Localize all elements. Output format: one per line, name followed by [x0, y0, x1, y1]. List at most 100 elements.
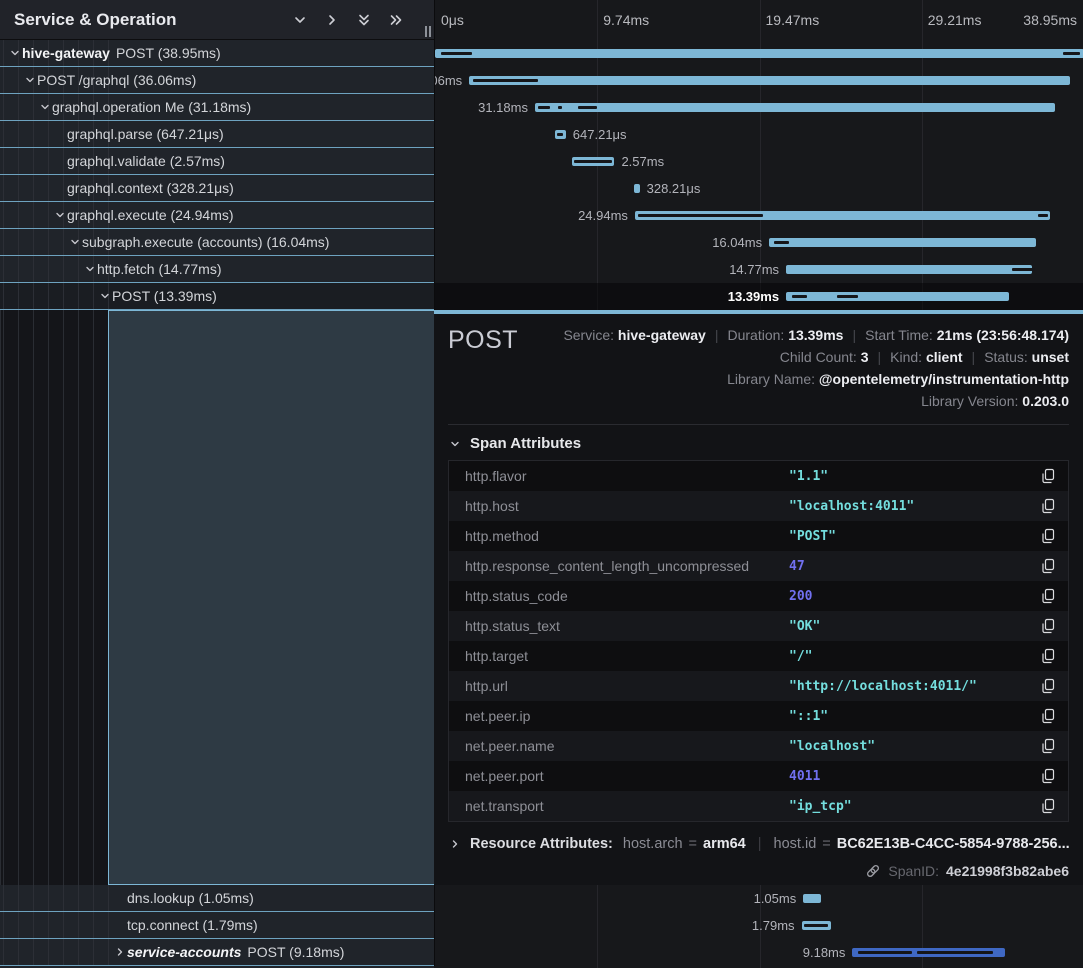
span-name-cell[interactable]: hive-gatewayPOST (38.95ms) — [0, 40, 434, 67]
span-row[interactable]: POST (13.39ms) 13.39ms — [0, 283, 1083, 310]
timeline-tick-label: 9.74ms — [603, 12, 649, 28]
span-bar[interactable] — [635, 211, 1051, 220]
span-name-cell[interactable]: POST /graphql (36.06ms) — [0, 67, 434, 94]
span-row[interactable]: graphql.validate (2.57ms)2.57ms — [0, 148, 1083, 175]
span-bar[interactable] — [435, 49, 1083, 58]
span-name-cell[interactable]: service-accountsPOST (9.18ms) — [0, 939, 434, 966]
span-row[interactable]: tcp.connect (1.79ms)1.79ms — [0, 912, 1083, 939]
copy-icon[interactable] — [1028, 678, 1068, 694]
copy-icon[interactable] — [1028, 498, 1068, 514]
span-attributes-header[interactable]: Span Attributes — [448, 435, 1069, 452]
span-duration-label: 9.18ms — [803, 945, 846, 960]
meta-separator: | — [852, 327, 856, 343]
span-name-cell[interactable]: graphql.context (328.21μs) — [0, 175, 434, 202]
meta-value: 0.203.0 — [1022, 393, 1069, 409]
span-bar[interactable] — [572, 157, 615, 166]
span-timeline-cell[interactable]: 328.21μs — [434, 175, 1083, 202]
chevron-down-icon[interactable] — [8, 48, 22, 58]
span-label: subgraph.execute (accounts) (16.04ms) — [82, 234, 329, 250]
span-bar[interactable] — [802, 921, 832, 930]
child-span-mark — [804, 924, 828, 927]
span-bar[interactable] — [852, 948, 1005, 957]
column-resizer-handle[interactable] — [425, 26, 431, 37]
span-timeline-cell[interactable]: 24.94ms — [434, 202, 1083, 229]
chevron-down-icon[interactable] — [23, 75, 37, 85]
span-name-cell[interactable]: http.fetch (14.77ms) — [0, 256, 434, 283]
span-duration-label: 13.39ms — [728, 289, 779, 304]
chevron-right-icon[interactable] — [322, 10, 342, 30]
span-row[interactable]: graphql.context (328.21μs)328.21μs — [0, 175, 1083, 202]
span-bar[interactable] — [803, 894, 820, 903]
attribute-value: "localhost:4011" — [789, 499, 1028, 514]
double-chevron-right-icon[interactable] — [386, 10, 406, 30]
span-bar[interactable] — [786, 265, 1032, 274]
chevron-down-icon[interactable] — [83, 264, 97, 274]
span-bar[interactable] — [555, 130, 566, 139]
attribute-value: "1.1" — [789, 469, 1028, 484]
span-name-cell[interactable]: graphql.operation Me (31.18ms) — [0, 94, 434, 121]
chevron-right-icon[interactable] — [113, 947, 127, 957]
span-timeline-cell[interactable]: 13.39ms — [434, 283, 1083, 310]
span-row[interactable]: graphql.execute (24.94ms)24.94ms — [0, 202, 1083, 229]
span-row[interactable]: hive-gatewayPOST (38.95ms)38.95ms — [0, 40, 1083, 67]
span-name-cell[interactable]: graphql.execute (24.94ms) — [0, 202, 434, 229]
copy-icon[interactable] — [1028, 798, 1068, 814]
copy-icon[interactable] — [1028, 468, 1068, 484]
span-name-cell[interactable]: POST (13.39ms) — [0, 283, 434, 310]
span-row[interactable]: service-accountsPOST (9.18ms) 9.18ms — [0, 939, 1083, 966]
copy-icon[interactable] — [1028, 708, 1068, 724]
span-label: POST /graphql (36.06ms) — [37, 72, 196, 88]
meta-value: @opentelemetry/instrumentation-http — [819, 371, 1069, 387]
span-row[interactable]: subgraph.execute (accounts) (16.04ms) 16.… — [0, 229, 1083, 256]
copy-icon[interactable] — [1028, 528, 1068, 544]
span-name-cell[interactable]: subgraph.execute (accounts) (16.04ms) — [0, 229, 434, 256]
attribute-value: "localhost" — [789, 739, 1028, 754]
attribute-value: "/" — [789, 649, 1028, 664]
span-bar[interactable] — [769, 238, 1036, 247]
span-name-cell[interactable]: tcp.connect (1.79ms) — [0, 912, 434, 939]
chevron-down-icon[interactable] — [53, 210, 67, 220]
span-name-cell[interactable]: graphql.validate (2.57ms) — [0, 148, 434, 175]
chevron-down-icon[interactable] — [290, 10, 310, 30]
span-timeline-cell[interactable]: 31.18ms — [434, 94, 1083, 121]
link-icon[interactable] — [865, 863, 881, 879]
span-bar[interactable] — [786, 292, 1009, 301]
attribute-value: "OK" — [789, 619, 1028, 634]
copy-icon[interactable] — [1028, 588, 1068, 604]
span-label: POST (13.39ms) — [112, 288, 217, 304]
chevron-down-icon[interactable] — [38, 102, 52, 112]
span-timeline-cell[interactable]: 2.57ms — [434, 148, 1083, 175]
span-bar[interactable] — [535, 103, 1055, 112]
span-name-cell[interactable]: graphql.parse (647.21μs) — [0, 121, 434, 148]
meta-value: unset — [1032, 349, 1069, 365]
span-timeline-cell[interactable]: 36.06ms — [434, 67, 1083, 94]
double-chevron-down-icon[interactable] — [354, 10, 374, 30]
span-row[interactable]: http.fetch (14.77ms)14.77ms — [0, 256, 1083, 283]
span-timeline-cell[interactable]: 1.79ms — [434, 912, 1083, 939]
copy-icon[interactable] — [1028, 648, 1068, 664]
span-timeline-cell[interactable]: 647.21μs — [434, 121, 1083, 148]
span-row[interactable]: graphql.parse (647.21μs)647.21μs — [0, 121, 1083, 148]
attribute-key: http.url — [449, 678, 789, 694]
span-timeline-cell[interactable]: 38.95ms — [434, 40, 1083, 67]
span-name-cell[interactable]: dns.lookup (1.05ms) — [0, 885, 434, 912]
copy-icon[interactable] — [1028, 558, 1068, 574]
copy-icon[interactable] — [1028, 618, 1068, 634]
copy-icon[interactable] — [1028, 768, 1068, 784]
span-timeline-cell[interactable]: 1.05ms — [434, 885, 1083, 912]
span-timeline-cell[interactable]: 14.77ms — [434, 256, 1083, 283]
chevron-down-icon[interactable] — [68, 237, 82, 247]
span-timeline-cell[interactable]: 9.18ms — [434, 939, 1083, 966]
attribute-key: http.status_code — [449, 588, 789, 604]
span-meta-line: Child Count: 3|Kind: client|Status: unse… — [518, 346, 1069, 368]
span-timeline-cell[interactable]: 16.04ms — [434, 229, 1083, 256]
span-row[interactable]: graphql.operation Me (31.18ms)31.18ms — [0, 94, 1083, 121]
span-row[interactable]: dns.lookup (1.05ms)1.05ms — [0, 885, 1083, 912]
chevron-down-icon[interactable] — [98, 291, 112, 301]
resource-attributes-row[interactable]: Resource Attributes: host.arch=arm64|hos… — [448, 836, 1069, 852]
resource-value: BC62E13B-C4CC-5854-9788-256... — [837, 836, 1069, 852]
span-bar[interactable] — [634, 184, 639, 193]
copy-icon[interactable] — [1028, 738, 1068, 754]
span-row[interactable]: POST /graphql (36.06ms) 36.06ms — [0, 67, 1083, 94]
span-bar[interactable] — [469, 76, 1070, 85]
